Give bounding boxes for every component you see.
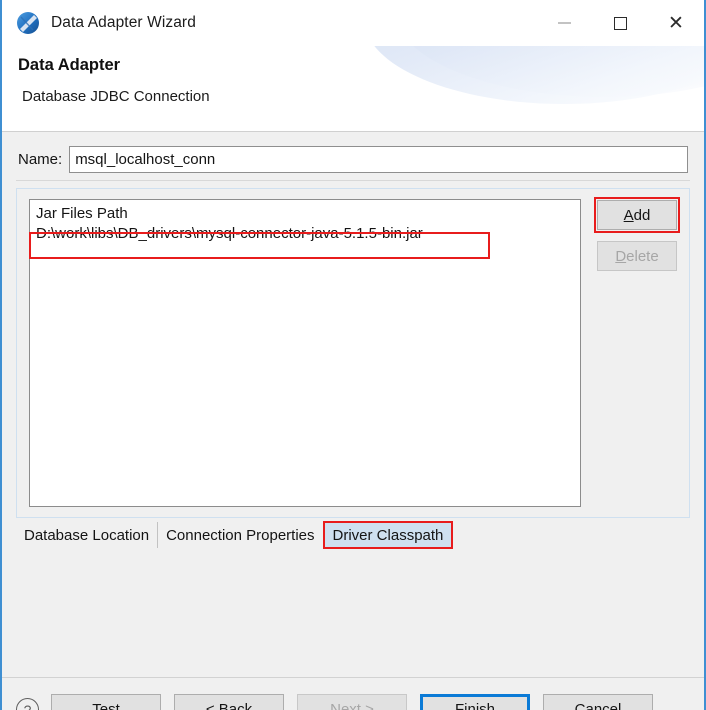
tab-database-location[interactable]: Database Location <box>16 522 159 548</box>
title-bar: Data Adapter Wizard ✕ <box>2 0 704 46</box>
cancel-button-label: Cancel <box>574 701 622 710</box>
data-adapter-wizard-dialog: Data Adapter Wizard ✕ Data Adapter Datab… <box>0 0 706 710</box>
add-button-mnemonic: A <box>623 206 634 224</box>
minimize-icon <box>557 22 571 24</box>
test-button-label: Test <box>92 701 120 710</box>
tab-database-location-label: Database Location <box>24 526 150 544</box>
wizard-header: Data Adapter Database JDBC Connection <box>2 46 704 132</box>
tab-driver-classpath[interactable]: Driver Classpath <box>322 521 454 549</box>
next-button-label: ext > <box>340 701 374 710</box>
dialog-footer: ? Test < Back Next > Finish Cancel CSDN … <box>2 677 704 710</box>
maximize-icon <box>613 16 627 30</box>
list-item[interactable]: D:\work\libs\DB_drivers\mysql-connector-… <box>30 222 580 242</box>
tab-bar: Database Location Connection Properties … <box>16 521 454 549</box>
back-button-mnemonic: B <box>218 701 229 710</box>
cancel-button[interactable]: Cancel <box>543 694 653 710</box>
finish-button-mnemonic: F <box>454 701 465 710</box>
window-controls: ✕ <box>536 0 704 46</box>
next-button-mnemonic: N <box>330 701 341 710</box>
driver-classpath-panel: Jar Files Path D:\work\libs\DB_drivers\m… <box>16 188 690 518</box>
classpath-side-buttons: Add Delete <box>594 197 680 271</box>
delete-button-label: elete <box>626 247 659 265</box>
header-decoration-arc <box>364 46 704 104</box>
add-button[interactable]: Add <box>597 200 677 230</box>
window-title: Data Adapter Wizard <box>51 14 196 31</box>
name-row: Name: msql_localhost_conn <box>2 144 704 174</box>
back-button[interactable]: < Back <box>174 694 284 710</box>
page-subtitle: Database JDBC Connection <box>22 88 210 105</box>
add-button-wrapper: Add <box>594 197 680 233</box>
add-button-label: dd <box>633 206 651 224</box>
name-label: Name: <box>18 150 63 168</box>
name-input[interactable]: msql_localhost_conn <box>69 145 688 173</box>
name-section-divider <box>16 180 690 181</box>
tab-connection-properties-label: Connection Properties <box>166 526 315 544</box>
minimize-button[interactable] <box>536 0 592 46</box>
finish-button-label: inish <box>464 701 496 710</box>
test-button[interactable]: Test <box>51 694 161 710</box>
tab-connection-properties[interactable]: Connection Properties <box>158 522 324 548</box>
maximize-button[interactable] <box>592 0 648 46</box>
back-button-label: ack <box>228 701 253 710</box>
page-title: Data Adapter <box>18 56 121 74</box>
jaspersoft-logo-icon <box>15 10 41 36</box>
close-icon: ✕ <box>668 11 684 34</box>
back-button-prefix: < <box>205 701 219 710</box>
delete-button-mnemonic: D <box>615 247 627 265</box>
next-button[interactable]: Next > <box>297 694 407 710</box>
question-mark-icon[interactable]: ? <box>16 698 39 710</box>
finish-button[interactable]: Finish <box>420 694 530 710</box>
dialog-body: Name: msql_localhost_conn Jar Files Path… <box>2 132 704 677</box>
jar-files-list[interactable]: Jar Files Path D:\work\libs\DB_drivers\m… <box>29 199 581 507</box>
tab-driver-classpath-label: Driver Classpath <box>332 526 444 544</box>
jar-files-list-header: Jar Files Path <box>36 205 128 222</box>
delete-button[interactable]: Delete <box>597 241 677 271</box>
footer-button-row: ? Test < Back Next > Finish Cancel <box>2 694 704 710</box>
close-button[interactable]: ✕ <box>648 0 704 46</box>
